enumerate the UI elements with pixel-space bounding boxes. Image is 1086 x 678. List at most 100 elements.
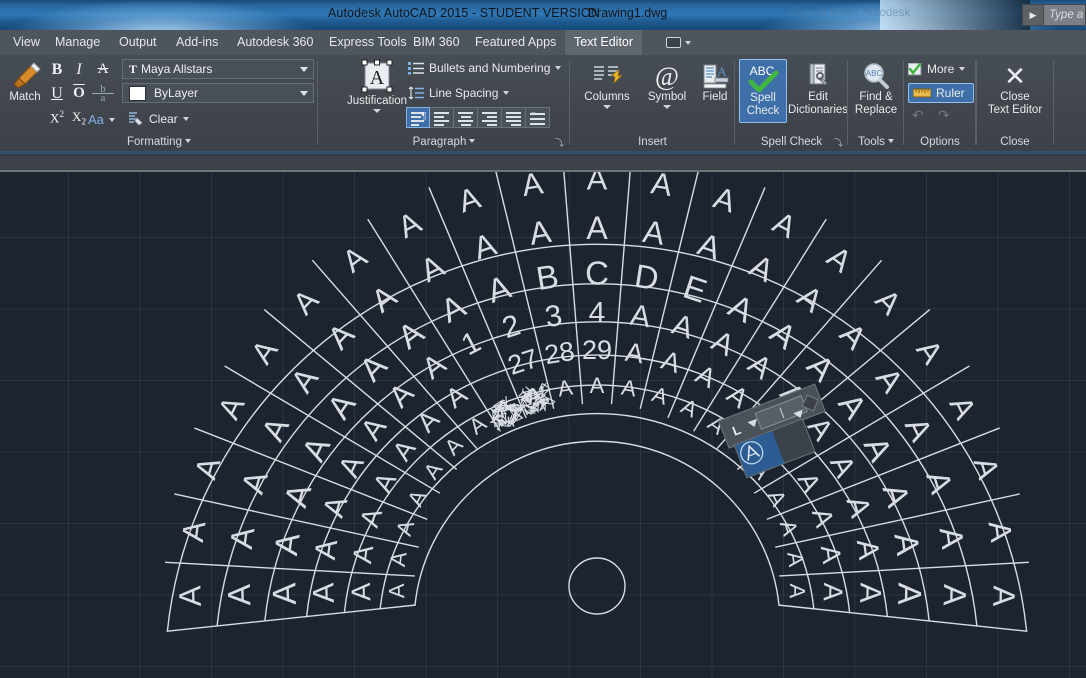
strikethrough-button[interactable]: A [92,61,114,78]
cell-label: A [346,583,376,602]
close-text-editor-button[interactable]: ✕ Close Text Editor [976,61,1054,117]
change-case-button[interactable]: Aa [88,112,115,127]
align-justification-combined-button[interactable]: ¶ [406,107,430,128]
cell-label: A [391,517,419,539]
spell-check-label-2: Check [746,105,780,117]
svg-text:A: A [717,64,727,79]
cell-label: A [910,333,951,370]
drawing-canvas[interactable]: AAAAAAAAAAAAAAAAAAAAAAAAAAAA272829AAAAAA… [0,172,1086,678]
text-color-value: ByLayer [154,86,199,100]
panel-title-options: Options [920,136,960,148]
tab-add-ins[interactable]: Add-ins [167,30,227,55]
font-icon: T [129,61,138,76]
stack-button[interactable]: b a [92,84,114,104]
redo-button[interactable]: ↷ [938,107,950,124]
panel-title-insert: Insert [638,136,667,148]
line-spacing-button[interactable]: Line Spacing [408,86,510,100]
superscript-button[interactable]: X2 [46,109,68,126]
panel-paragraph: A Justification Bullets and Numbering Li… [318,55,570,151]
match-properties-button[interactable]: Match [2,61,48,104]
cell-label: A [723,287,760,330]
align-right-button[interactable] [478,107,502,128]
find-replace-label-2: Replace [854,104,898,116]
tab-bim-360[interactable]: BIM 360 [404,30,469,55]
change-case-label: Aa [88,112,104,127]
cell-label: A [307,582,340,603]
edit-dictionaries-button[interactable]: Edit Dictionaries [787,61,849,117]
search-input[interactable]: Type a keyword or phrase [1044,4,1086,26]
tab-view[interactable]: View [4,30,49,55]
cell-label: A [464,410,491,439]
cell-label: A [367,468,402,497]
cell-label: A [806,505,840,531]
spellcheck-dialog-launcher[interactable]: ⤵ [834,136,843,149]
cell-label: A [244,333,285,370]
spell-check-button[interactable]: ABC Spell Check [739,59,787,123]
bullets-numbering-button[interactable]: Bullets and Numbering [408,61,562,75]
chevron-down-icon [959,67,966,71]
cell-label: A [223,524,262,551]
cell-label: E [679,268,712,310]
close-icon: ✕ [1004,61,1026,91]
cell-label: 1 [456,325,486,362]
cell-label: A [211,390,252,424]
panel-divider [976,61,977,145]
cell-label: A [435,287,472,330]
align-center-button[interactable] [454,107,478,128]
italic-button[interactable]: I [68,61,90,79]
more-options-button[interactable]: More [908,62,966,76]
title-bar: Autodesk AutoCAD 2015 - STUDENT VERSION … [0,0,1086,30]
align-left-button[interactable] [430,107,454,128]
columns-icon [594,66,622,85]
subscript-button[interactable]: X2 [68,109,90,127]
clear-formatting-button[interactable]: Clear [128,111,189,126]
justification-icon: A [361,59,393,93]
cell-label: A [347,543,379,565]
cell-label: A [876,479,918,511]
panel-title-paragraph[interactable]: Paragraph [318,133,570,151]
cell-label: A [383,377,421,414]
more-check-icon [908,62,922,75]
cell-label: A [694,226,726,267]
tab-express-tools[interactable]: Express Tools [320,30,416,55]
cell-label: A [286,282,326,321]
find-replace-button[interactable]: ABC Find & Replace [848,61,904,117]
line-spacing-label: Line Spacing [429,86,499,100]
cell-label: A [933,525,972,552]
panel-title-formatting[interactable]: Formatting [0,133,318,151]
cell-label: A [937,584,974,607]
color-swatch [129,85,146,101]
bold-button[interactable]: B [46,61,68,79]
infocenter-search[interactable]: ▶ Type a keyword or phrase [1022,4,1086,26]
tab-text-editor[interactable]: Text Editor [565,30,643,55]
align-justify-button[interactable] [502,107,526,128]
tab-autodesk-360[interactable]: Autodesk 360 [228,30,322,55]
cell-label: A [590,373,605,398]
workspace-switch-icon[interactable] [658,30,699,55]
paragraph-dialog-launcher[interactable]: ⤵ [555,136,564,149]
text-color-combo[interactable]: ByLayer [122,83,314,103]
cell-label: A [767,205,802,246]
columns-button[interactable]: Columns [574,63,640,109]
cell-label: A [785,583,810,599]
tab-manage[interactable]: Manage [46,30,109,55]
underline-button[interactable]: U [46,85,68,103]
symbol-button[interactable]: @ Symbol [638,63,696,109]
font-family-combo[interactable]: T Maya Allstars [122,59,314,79]
symbol-label: Symbol [647,91,687,103]
undo-button[interactable]: ↶ [912,107,924,124]
field-button[interactable]: A Field [694,63,736,104]
cell-label: A [764,313,804,356]
ruler-toggle-button[interactable]: Ruler [908,83,974,103]
overline-button[interactable]: O [68,85,90,102]
align-distributed-button[interactable]: ↔ [526,107,550,128]
cell-label: A [402,486,431,510]
chevron-right-icon[interactable]: ▶ [1022,4,1044,26]
tab-output[interactable]: Output [110,30,166,55]
cell-label: A [869,361,911,400]
panel-title-tools[interactable]: Tools [848,133,904,151]
cell-label: A [519,172,545,203]
panel-spell-check: ABC Spell Check Edit Dictionaries Spell … [735,55,848,151]
cell-label: A [309,537,344,561]
tab-featured-apps[interactable]: Featured Apps [466,30,565,55]
